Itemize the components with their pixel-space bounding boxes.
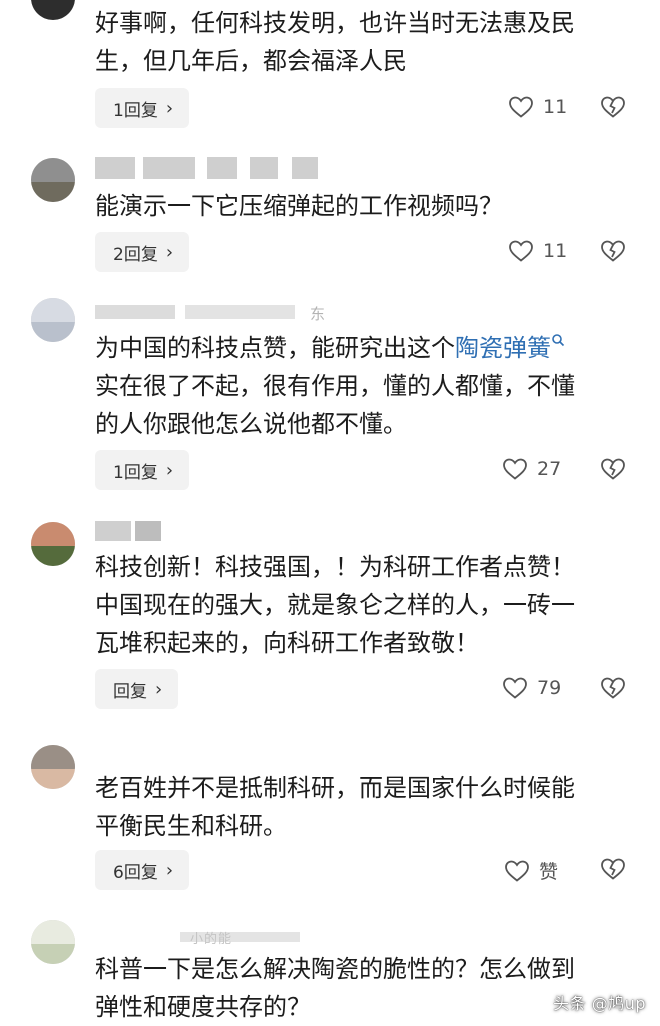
comment-text: 能演示一下它压缩弹起的工作视频吗？ — [95, 192, 503, 220]
reply-count-label: 6回复 — [113, 862, 158, 883]
broken-heart-icon — [601, 96, 625, 118]
heart-outline-icon — [509, 240, 533, 262]
like-label: 赞 — [539, 861, 559, 883]
reply-button[interactable]: 1回复 › — [95, 88, 190, 128]
reply-button[interactable]: 回复 › — [95, 669, 179, 709]
username-partial: 东 — [310, 305, 327, 323]
reply-button[interactable]: 1回复 › — [95, 450, 190, 490]
reply-button[interactable]: 2回复 › — [95, 232, 190, 272]
avatar[interactable] — [31, 298, 75, 342]
avatar[interactable] — [31, 920, 75, 964]
broken-heart-icon — [601, 240, 625, 262]
like-button[interactable]: 27 — [502, 457, 561, 481]
dislike-button[interactable] — [600, 676, 626, 704]
topic-link[interactable]: 陶瓷弹簧 — [455, 334, 565, 362]
like-count: 79 — [537, 677, 562, 699]
reply-count-label: 回复 — [113, 681, 147, 702]
search-icon — [552, 334, 565, 347]
broken-heart-icon — [601, 858, 625, 880]
heart-outline-icon — [503, 677, 527, 699]
chevron-right-icon: › — [165, 241, 174, 263]
comment-text: 为中国的科技点赞，能研究出这个陶瓷弹簧 实在很了不起，很有作用，懂的人都懂，不懂… — [95, 334, 575, 438]
like-button[interactable]: 11 — [508, 95, 567, 119]
chevron-right-icon: › — [165, 459, 174, 481]
reply-button[interactable]: 6回复 › — [95, 850, 190, 890]
comment-text: 科技创新！科技强国，！为科研工作者点赞！ 中国现在的强大，就是象仑之样的人，一砖… — [95, 553, 575, 657]
like-count: 27 — [537, 458, 562, 480]
like-count: 11 — [543, 96, 568, 118]
like-button[interactable]: 79 — [502, 676, 561, 700]
dislike-button[interactable] — [600, 239, 626, 267]
comment-text: 老百姓并不是抵制科研，而是国家什么时候能 平衡民生和科研。 — [95, 774, 575, 840]
chevron-right-icon: › — [155, 678, 163, 700]
like-button[interactable]: 赞 — [504, 857, 558, 884]
like-button[interactable]: 11 — [508, 239, 567, 263]
avatar[interactable] — [31, 0, 75, 20]
avatar[interactable] — [31, 158, 75, 202]
reply-count-label: 1回复 — [113, 462, 158, 483]
heart-outline-icon — [505, 860, 529, 882]
comment-text: 好事啊，任何科技发明，也许当时无法惠及民 生，但几年后，都会福泽人民 — [95, 9, 575, 75]
dislike-button[interactable] — [600, 457, 626, 485]
reply-count-label: 2回复 — [113, 244, 158, 265]
broken-heart-icon — [601, 458, 625, 480]
reply-count-label: 1回复 — [113, 100, 158, 121]
broken-heart-icon — [601, 677, 625, 699]
dislike-button[interactable] — [600, 857, 626, 885]
comment-text: 科普一下是怎么解决陶瓷的脆性的？怎么做到 弹性和硬度共存的？ — [95, 955, 575, 1021]
username-partial: 小的能 — [190, 932, 233, 947]
watermark: 头条 @鸠up — [553, 994, 646, 1013]
chevron-right-icon: › — [165, 859, 174, 881]
dislike-button[interactable] — [600, 95, 626, 123]
chevron-right-icon: › — [165, 97, 174, 119]
heart-outline-icon — [509, 96, 533, 118]
avatar[interactable] — [31, 745, 75, 789]
avatar[interactable] — [31, 522, 75, 566]
heart-outline-icon — [503, 458, 527, 480]
like-count: 11 — [543, 240, 568, 262]
